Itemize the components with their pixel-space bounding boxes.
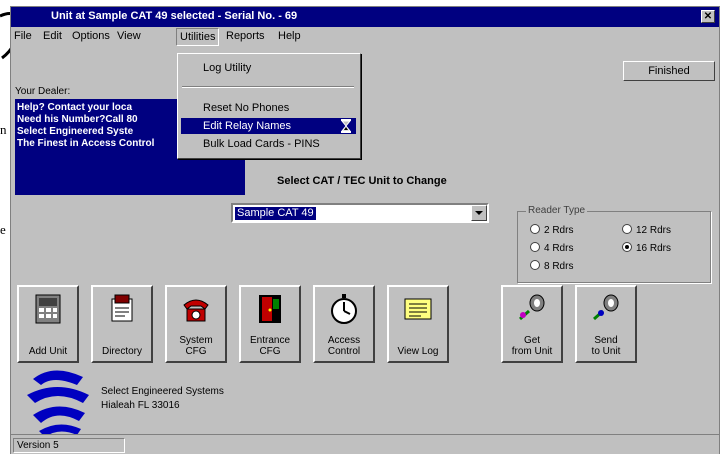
menu-file[interactable]: File [14,30,32,42]
radio-12-rdrs[interactable]: 12 Rdrs [622,224,671,236]
access-control-button[interactable]: Access Control [313,285,375,363]
company-info: Select Engineered Systems Hialeah FL 330… [101,385,224,413]
title-bar: Unit at Sample CAT 49 selected - Serial … [11,7,719,27]
menu-utilities[interactable]: Utilities [176,28,220,46]
radio-2-rdrs[interactable]: 2 Rdrs [530,224,573,236]
entrance-cfg-button[interactable]: Entrance CFG [239,285,301,363]
add-unit-label: Add Unit [28,346,68,357]
unit-select-combobox[interactable]: Sample CAT 49 [231,203,489,223]
page-fragment: n [0,122,7,137]
directory-button[interactable]: Directory [91,285,153,363]
menu-item-label: Edit Relay Names [203,120,292,132]
menu-item-bulk-load-cards[interactable]: Bulk Load Cards - PINS [181,136,356,152]
system-cfg-button[interactable]: System CFG [165,285,227,363]
stopwatch-icon [331,294,357,324]
window-title: Unit at Sample CAT 49 selected - Serial … [51,10,298,22]
send-to-unit-icon [593,294,619,321]
page-fragment: e [0,222,6,237]
system-cfg-label: System CFG [179,335,213,357]
reader-type-title: Reader Type [526,205,588,216]
utilities-menu: Log Utility Reset No Phones Edit Relay N… [177,53,361,159]
directory-label: Directory [101,346,142,357]
unit-select-label: Select CAT / TEC Unit to Change [277,175,447,187]
get-from-unit-icon [519,294,545,321]
version-pane: Version 5 [13,438,125,453]
menu-help[interactable]: Help [278,30,301,42]
menu-reports[interactable]: Reports [226,30,265,42]
get-from-unit-label: Get from Unit [511,335,553,357]
menu-view[interactable]: View [117,30,141,42]
entrance-cfg-label: Entrance CFG [249,335,291,357]
add-unit-icon [35,294,61,324]
close-icon[interactable]: ✕ [701,10,715,23]
menu-item-edit-relay-names[interactable]: Edit Relay Names [181,118,356,134]
dealer-label: Your Dealer: [15,86,71,97]
radio-icon [530,224,540,234]
door-icon [259,295,281,323]
hourglass-icon [340,119,352,133]
log-icon [404,298,432,320]
view-log-button[interactable]: View Log [387,285,449,363]
phone-icon [183,299,209,322]
send-to-unit-button[interactable]: Send to Unit [575,285,637,363]
radio-16-rdrs[interactable]: 16 Rdrs [622,242,671,254]
unit-select-value: Sample CAT 49 [235,207,316,220]
company-logo [27,370,89,437]
radio-8-rdrs[interactable]: 8 Rdrs [530,260,573,272]
radio-icon [622,224,632,234]
view-log-label: View Log [397,346,439,357]
application-window: Unit at Sample CAT 49 selected - Serial … [10,6,720,454]
status-bar: Version 5 [11,434,719,454]
reader-type-group: Reader Type 2 Rdrs 4 Rdrs 8 Rdrs 12 Rdrs… [517,205,711,283]
menu-edit[interactable]: Edit [43,30,62,42]
menu-item-reset-no-phones[interactable]: Reset No Phones [181,100,356,116]
menu-item-log-utility[interactable]: Log Utility [181,60,356,76]
radio-icon [530,260,540,270]
access-control-label: Access Control [327,335,361,357]
company-address: Hialeah FL 33016 [101,400,180,411]
company-name: Select Engineered Systems [101,386,224,397]
send-to-unit-label: Send to Unit [591,335,621,357]
finished-button[interactable]: Finished [623,61,715,81]
menu-separator [182,86,354,88]
radio-selected-icon [622,242,632,252]
chevron-down-icon[interactable] [471,205,487,221]
menu-options[interactable]: Options [72,30,110,42]
add-unit-button[interactable]: Add Unit [17,285,79,363]
radio-icon [530,242,540,252]
radio-4-rdrs[interactable]: 4 Rdrs [530,242,573,254]
get-from-unit-button[interactable]: Get from Unit [501,285,563,363]
directory-icon [111,294,133,322]
menu-bar: File Edit Options View Utilities Reports… [11,27,719,47]
